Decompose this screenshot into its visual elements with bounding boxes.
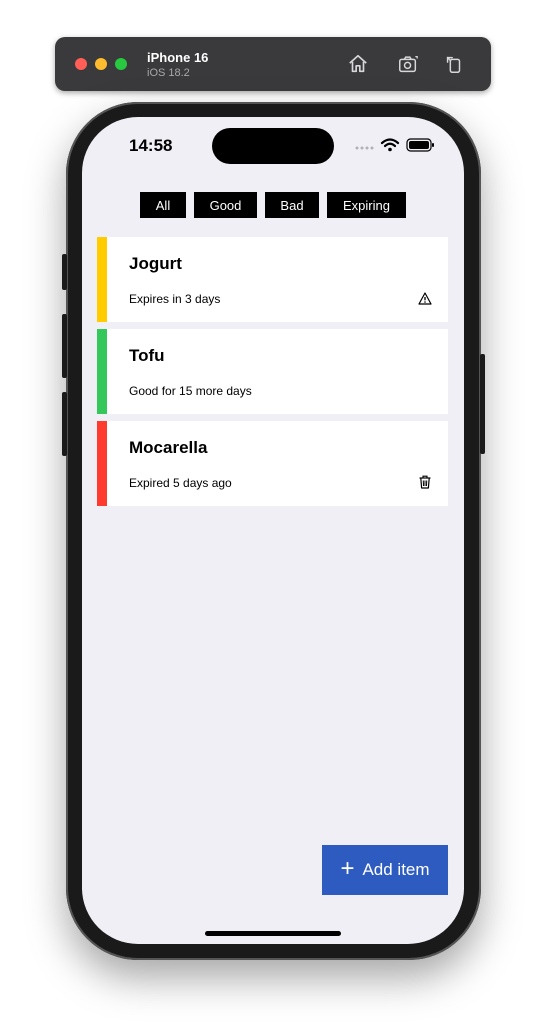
dynamic-island — [212, 128, 334, 164]
power-button — [480, 354, 485, 454]
plus-icon: + — [340, 855, 355, 882]
filter-good-button[interactable]: Good — [194, 192, 257, 218]
add-item-button[interactable]: + Add item — [322, 845, 448, 895]
simulator-title-bar: iPhone 16 iOS 18.2 — [55, 37, 491, 91]
wifi-icon — [380, 138, 400, 152]
filter-bad-button[interactable]: Bad — [265, 192, 319, 218]
item-card-mocarella[interactable]: Mocarella Expired 5 days ago — [97, 421, 448, 506]
screenshot-button[interactable] — [396, 52, 420, 76]
trash-icon[interactable] — [417, 474, 433, 490]
item-status: Expired 5 days ago — [129, 476, 232, 490]
status-icons — [355, 138, 434, 152]
filter-all-button[interactable]: All — [140, 192, 186, 218]
item-name: Tofu — [129, 346, 165, 365]
status-time: 14:58 — [129, 136, 173, 155]
item-name: Mocarella — [129, 438, 208, 457]
rotate-button[interactable] — [442, 52, 466, 76]
home-icon — [349, 54, 367, 73]
rotate-icon — [446, 56, 461, 73]
item-status: Expires in 3 days — [129, 292, 221, 306]
home-button[interactable] — [346, 52, 370, 76]
minimize-window-button[interactable] — [95, 58, 107, 70]
item-status: Good for 15 more days — [129, 384, 252, 398]
status-color-stripe — [97, 329, 107, 414]
device-name: iPhone 16 — [147, 50, 209, 65]
action-button — [62, 254, 67, 290]
add-item-label: Add item — [362, 860, 430, 879]
item-card-tofu[interactable]: Tofu Good for 15 more days — [97, 329, 448, 414]
status-color-stripe — [97, 237, 107, 322]
warning-icon[interactable] — [417, 290, 433, 306]
zoom-window-button[interactable] — [115, 58, 127, 70]
close-window-button[interactable] — [75, 58, 87, 70]
item-card-jogurt[interactable]: Jogurt Expires in 3 days — [97, 237, 448, 322]
signal-dots-icon — [355, 146, 374, 150]
battery-icon — [406, 138, 434, 152]
phone-screen: 14:58 All Good Bad Expiring Jogurt Expir… — [82, 117, 464, 944]
status-color-stripe — [97, 421, 107, 506]
home-indicator[interactable] — [205, 931, 341, 936]
screenshot-icon — [399, 56, 418, 73]
os-version: iOS 18.2 — [147, 67, 190, 79]
filter-expiring-button[interactable]: Expiring — [327, 192, 406, 218]
volume-up-button — [62, 314, 67, 378]
item-name: Jogurt — [129, 254, 182, 273]
volume-down-button — [62, 392, 67, 456]
